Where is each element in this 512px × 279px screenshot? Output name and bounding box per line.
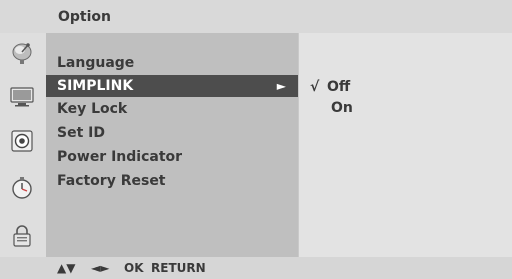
ok-hint: OK [124,261,144,275]
menu-item-label: Language [57,55,135,71]
menu-item-label: Power Indicator [57,149,183,165]
menu-item-key-lock[interactable]: Key Lock [46,98,298,120]
menu-item-factory-reset[interactable]: Factory Reset [46,170,298,192]
category-icon-column [0,33,46,257]
checkmark-icon: √ [310,79,320,95]
clock-timer-icon[interactable] [9,175,35,201]
lock-icon[interactable] [9,223,35,249]
menu-item-power-indicator[interactable]: Power Indicator [46,146,298,168]
menu-item-set-id[interactable]: Set ID [46,122,298,144]
menu-header: Option [46,0,512,33]
menu-item-label: Key Lock [57,101,128,117]
menu-item-label: SIMPLINK [57,78,134,94]
menu-title: Option [58,9,111,25]
speaker-sound-icon[interactable] [9,128,35,154]
return-hint: RETURN [151,261,206,275]
option-off[interactable]: Off [327,79,350,95]
menu-item-language[interactable]: Language [46,52,298,74]
menu-item-label: Factory Reset [57,173,166,189]
option-menu-screen: Option Language SIMPLINK ► Key Lock Set … [0,0,512,279]
option-menu-list: Language SIMPLINK ► Key Lock Set ID Powe… [46,33,298,257]
navigation-hint-bar: ▲▼ ◄► OK RETURN [0,257,512,279]
submenu-arrow-icon: ► [276,79,286,93]
left-right-arrows-icon: ◄► [91,261,110,275]
simplink-submenu: √ Off On [298,33,512,257]
menu-item-simplink[interactable]: SIMPLINK ► [46,75,298,97]
up-down-arrows-icon: ▲▼ [57,261,76,275]
satellite-dish-icon[interactable] [9,40,35,66]
tv-picture-icon[interactable] [9,83,35,109]
menu-item-label: Set ID [57,125,105,141]
option-on[interactable]: On [331,100,353,116]
